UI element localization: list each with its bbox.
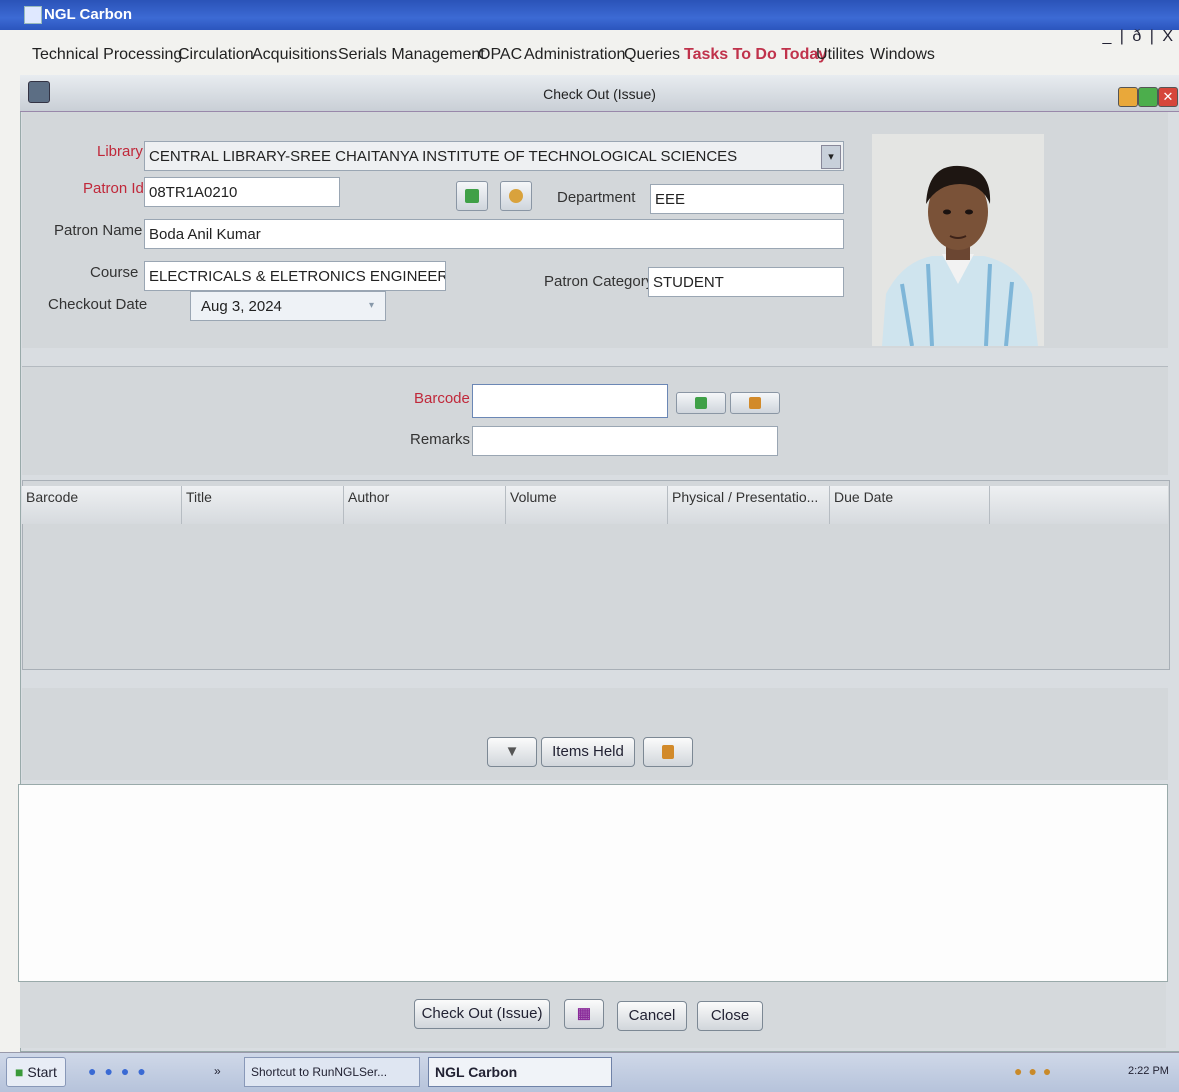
barcode-input[interactable] bbox=[472, 384, 668, 418]
menu-opac[interactable]: OPAC bbox=[478, 46, 522, 64]
app-title-bar: NGL Carbon bbox=[0, 0, 1179, 30]
patron-portrait bbox=[872, 134, 1044, 347]
app-icon bbox=[24, 6, 42, 24]
maximize-icon[interactable] bbox=[1138, 87, 1158, 107]
menu-bar: Technical Processing Circulation Acquisi… bbox=[0, 38, 1179, 70]
user-search-icon bbox=[509, 189, 523, 203]
checkout-issue-button[interactable]: Check Out (Issue) bbox=[414, 999, 550, 1029]
patron-search-button[interactable] bbox=[500, 181, 532, 211]
menu-technical-processing[interactable]: Technical Processing bbox=[32, 46, 182, 64]
library-value: CENTRAL LIBRARY-SREE CHAITANYA INSTITUTE… bbox=[149, 148, 738, 165]
fetch-patron-button[interactable] bbox=[456, 181, 488, 211]
cancel-button[interactable]: Cancel bbox=[617, 1001, 687, 1031]
go-arrow-icon bbox=[695, 397, 707, 409]
course-label: Course bbox=[90, 264, 139, 281]
system-clock: 2:22 PM bbox=[1128, 1065, 1169, 1077]
print-button[interactable]: ▦ bbox=[564, 999, 604, 1029]
patron-photo bbox=[872, 134, 1044, 347]
department-field[interactable]: EEE bbox=[650, 184, 844, 214]
barcode-label: Barcode bbox=[414, 390, 470, 407]
taskbar: ■ Start ●●●● » Shortcut to RunNGLSer... … bbox=[0, 1052, 1179, 1092]
patron-category-label: Patron Category bbox=[544, 273, 654, 290]
checkout-date-picker[interactable]: Aug 3, 2024 ▾ bbox=[190, 291, 386, 321]
book-icon bbox=[749, 397, 761, 409]
filter-button[interactable]: ▼ bbox=[487, 737, 537, 767]
menu-windows[interactable]: Windows bbox=[870, 46, 935, 64]
menu-serials-management[interactable]: Serials Management bbox=[338, 46, 485, 64]
course-field[interactable]: ELECTRICALS & ELETRONICS ENGINEERING bbox=[144, 261, 446, 291]
menu-circulation[interactable]: Circulation bbox=[178, 46, 254, 64]
menu-utilites[interactable]: Utilites bbox=[816, 46, 864, 64]
frame-title-bar: Check Out (Issue) ✕ bbox=[20, 75, 1179, 112]
chevron-down-icon[interactable]: ▾ bbox=[821, 145, 841, 169]
patron-name-label: Patron Name bbox=[54, 222, 143, 239]
start-label: Start bbox=[27, 1064, 57, 1080]
column-header-title[interactable]: Title bbox=[182, 486, 344, 524]
checkout-date-label: Checkout Date bbox=[48, 296, 148, 313]
column-header-physical-presentation[interactable]: Physical / Presentatio... bbox=[668, 486, 830, 524]
items-held-button[interactable]: Items Held bbox=[541, 737, 635, 767]
app-title: NGL Carbon bbox=[44, 6, 133, 23]
items-held-list bbox=[18, 784, 1168, 982]
taskbar-item-ngl-carbon[interactable]: NGL Carbon bbox=[428, 1057, 612, 1087]
checkout-date-value: Aug 3, 2024 bbox=[201, 298, 282, 315]
print-icon: ▦ bbox=[576, 1005, 592, 1022]
windows-logo-icon: ■ bbox=[15, 1064, 24, 1080]
taskbar-item-shortcut[interactable]: Shortcut to RunNGLSer... bbox=[244, 1057, 420, 1087]
menu-administration[interactable]: Administration bbox=[524, 46, 625, 64]
go-arrow-icon bbox=[465, 189, 479, 203]
close-icon[interactable]: ✕ bbox=[1158, 87, 1178, 107]
column-header-filler bbox=[990, 486, 1168, 524]
minimize-icon[interactable] bbox=[1118, 87, 1138, 107]
frame-title: Check Out (Issue) bbox=[543, 86, 656, 102]
book-icon bbox=[662, 745, 674, 759]
close-button[interactable]: Close bbox=[697, 1001, 763, 1031]
column-header-author[interactable]: Author bbox=[344, 486, 506, 524]
remarks-label: Remarks bbox=[410, 431, 471, 448]
patron-id-label: Patron Id bbox=[83, 180, 144, 197]
library-select[interactable]: CENTRAL LIBRARY-SREE CHAITANYA INSTITUTE… bbox=[144, 141, 844, 171]
items-held-book-button[interactable] bbox=[643, 737, 693, 767]
quick-launch[interactable]: ●●●● bbox=[88, 1057, 154, 1085]
menu-queries[interactable]: Queries bbox=[624, 46, 680, 64]
library-label: Library bbox=[97, 143, 143, 160]
column-header-due-date[interactable]: Due Date bbox=[830, 486, 990, 524]
menu-tasks-to-do-today[interactable]: Tasks To Do Today bbox=[684, 46, 827, 64]
filter-icon: ▼ bbox=[504, 743, 520, 760]
system-tray-icons[interactable]: ●●● bbox=[1014, 1057, 1057, 1085]
menu-acquisitions[interactable]: Acquisitions bbox=[252, 46, 337, 64]
patron-category-field[interactable]: STUDENT bbox=[648, 267, 844, 297]
remarks-input[interactable] bbox=[472, 426, 778, 456]
start-button[interactable]: ■ Start bbox=[6, 1057, 66, 1087]
book-search-button[interactable] bbox=[730, 392, 780, 414]
department-label: Department bbox=[557, 189, 636, 206]
barcode-panel bbox=[22, 366, 1168, 475]
add-barcode-button[interactable] bbox=[676, 392, 726, 414]
patron-name-field[interactable]: Boda Anil Kumar bbox=[144, 219, 844, 249]
taskbar-overflow-chevron[interactable]: » bbox=[214, 1057, 221, 1085]
column-header-barcode[interactable]: Barcode bbox=[22, 486, 182, 524]
patron-id-field[interactable]: 08TR1A0210 bbox=[144, 177, 340, 207]
column-header-volume[interactable]: Volume bbox=[506, 486, 668, 524]
calendar-dropdown-icon[interactable]: ▾ bbox=[369, 296, 383, 316]
